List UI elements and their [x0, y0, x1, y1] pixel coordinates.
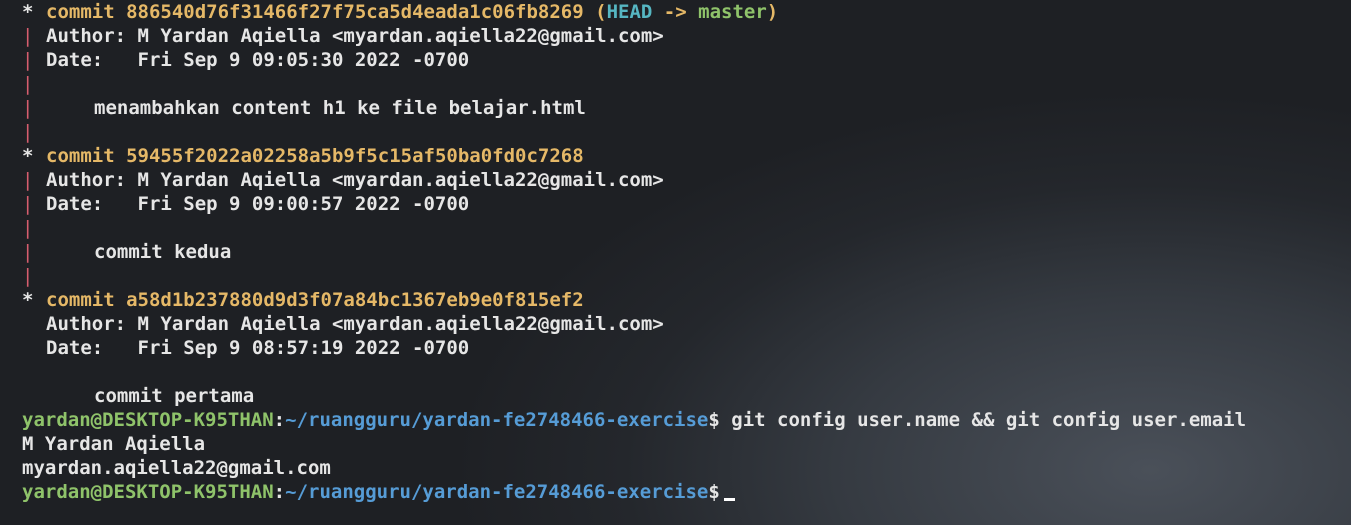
output-line: myardan.aqiella22@gmail.com [22, 456, 1351, 480]
graph-star: * [22, 1, 34, 23]
graph-bar: | [22, 25, 34, 47]
ref-arrow: -> [663, 1, 687, 23]
graph-bar: | [22, 169, 34, 191]
blank-line: | [22, 264, 1351, 288]
date-line: | Date: Fri Sep 9 09:05:30 2022 -0700 [22, 48, 1351, 72]
terminal-window[interactable]: * commit 886540d76f31466f27f75ca5d4eada1c… [0, 0, 1351, 525]
commit-message: commit pertama [94, 385, 255, 407]
text-cursor[interactable] [723, 498, 735, 501]
commit-author: Author: M Yardan Aqiella <myardan.aqiell… [46, 25, 664, 47]
blank-line: | [22, 72, 1351, 96]
graph-bar: | [22, 49, 34, 71]
prompt-dollar: $ [708, 409, 720, 431]
commit-date: Date: Fri Sep 9 08:57:19 2022 -0700 [46, 337, 470, 359]
commit-label: commit [46, 1, 115, 23]
prompt-user-host: yardan@DESKTOP-K95THAN [22, 481, 274, 503]
commit-line: * commit 59455f2022a02258a5b9f5c15af50ba0… [22, 144, 1351, 168]
author-line: | Author: M Yardan Aqiella <myardan.aqiel… [22, 168, 1351, 192]
commit-label: commit [46, 145, 115, 167]
date-line: Date: Fri Sep 9 08:57:19 2022 -0700 [22, 336, 1351, 360]
blank-line: | [22, 216, 1351, 240]
message-line: commit pertama [22, 384, 1351, 408]
graph-bar: | [22, 73, 34, 95]
commit-line: * commit 886540d76f31466f27f75ca5d4eada1c… [22, 0, 1351, 24]
prompt-colon: : [273, 481, 286, 503]
date-line: | Date: Fri Sep 9 09:00:57 2022 -0700 [22, 192, 1351, 216]
author-line: Author: M Yardan Aqiella <myardan.aqiell… [22, 312, 1351, 336]
graph-bar: | [22, 241, 34, 263]
commit-line: * commit a58d1b237880d9d3f07a84bc1367eb9e… [22, 288, 1351, 312]
commit-hash: 886540d76f31466f27f75ca5d4eada1c06fb8269 [126, 1, 584, 23]
output-user-name: M Yardan Aqiella [22, 433, 206, 455]
message-line: | menambahkan content h1 ke file belajar.… [22, 96, 1351, 120]
commit-date: Date: Fri Sep 9 09:05:30 2022 -0700 [46, 49, 470, 71]
prompt-path: ~/ruangguru/yardan-fe2748466-exercise [285, 409, 709, 431]
commit-message: menambahkan content h1 ke file belajar.h… [94, 97, 586, 119]
output-line: M Yardan Aqiella [22, 432, 1351, 456]
commit-author: Author: M Yardan Aqiella <myardan.aqiell… [46, 313, 664, 335]
graph-bar: | [22, 97, 34, 119]
blank-line: | [22, 120, 1351, 144]
prompt-user-host: yardan@DESKTOP-K95THAN [22, 409, 274, 431]
ref-open: ( [595, 1, 607, 23]
prompt-path: ~/ruangguru/yardan-fe2748466-exercise [285, 481, 709, 503]
author-line: | Author: M Yardan Aqiella <myardan.aqiel… [22, 24, 1351, 48]
active-prompt-line[interactable]: yardan@DESKTOP-K95THAN:~/ruangguru/yarda… [22, 480, 1351, 504]
graph-star: * [22, 289, 34, 311]
graph-bar: | [22, 217, 34, 239]
message-line: | commit kedua [22, 240, 1351, 264]
commit-date: Date: Fri Sep 9 09:00:57 2022 -0700 [46, 193, 470, 215]
commit-hash: 59455f2022a02258a5b9f5c15af50ba0fd0c7268 [126, 145, 584, 167]
graph-bar: | [22, 265, 34, 287]
prompt-colon: : [273, 409, 286, 431]
commit-message: commit kedua [94, 241, 232, 263]
graph-bar: | [22, 121, 34, 143]
prompt-line: yardan@DESKTOP-K95THAN:~/ruangguru/yarda… [22, 408, 1351, 432]
commit-label: commit [46, 289, 115, 311]
ref-head: HEAD [606, 1, 653, 23]
commit-hash: a58d1b237880d9d3f07a84bc1367eb9e0f815ef2 [126, 289, 584, 311]
prompt-dollar: $ [708, 481, 720, 503]
command-text: git config user.name && git config user.… [731, 409, 1247, 431]
commit-author: Author: M Yardan Aqiella <myardan.aqiell… [46, 169, 664, 191]
ref-branch: master [698, 1, 767, 23]
output-user-email: myardan.aqiella22@gmail.com [22, 457, 331, 479]
graph-bar: | [22, 193, 34, 215]
ref-close: ) [766, 1, 779, 23]
graph-star: * [22, 145, 34, 167]
